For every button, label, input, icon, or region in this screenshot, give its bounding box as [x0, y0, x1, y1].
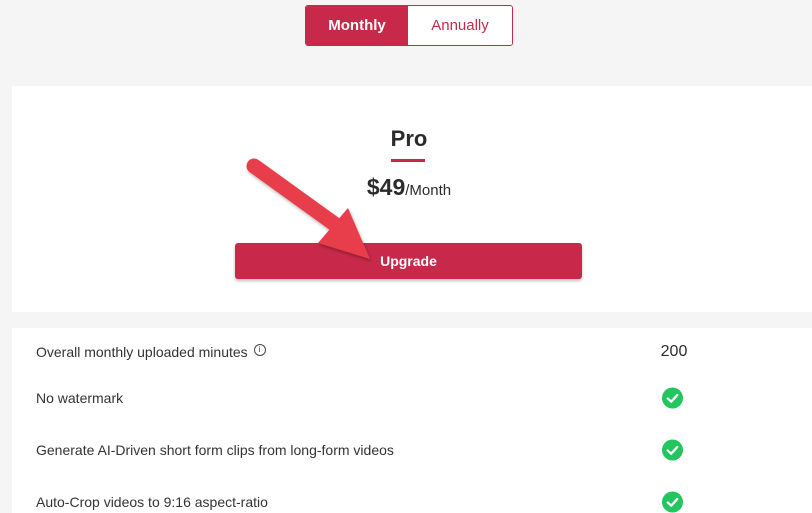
check-circle-icon [662, 491, 683, 513]
check-circle-icon [662, 439, 683, 461]
plan-card: Pro $49/Month Upgrade [12, 86, 812, 312]
feature-label-text: No watermark [36, 390, 124, 406]
price-period: /Month [405, 182, 452, 199]
upgrade-button[interactable]: Upgrade [235, 243, 582, 279]
annually-toggle-option[interactable]: Annually [408, 6, 512, 45]
check-circle-icon [662, 387, 683, 409]
plan-price: $49/Month [12, 174, 806, 201]
plan-name: Pro [390, 126, 428, 151]
feature-label-text: Overall monthly uploaded minutes [36, 344, 248, 360]
feature-label: Auto-Crop videos to 9:16 aspect-ratio [36, 494, 268, 510]
feature-label: Overall monthly uploaded minutes i [36, 344, 266, 360]
plan-name-underline [391, 159, 425, 162]
feature-label-text: Generate AI-Driven short form clips from… [36, 442, 394, 458]
feature-row-no-watermark: No watermark [12, 378, 812, 418]
feature-row-ai-clips: Generate AI-Driven short form clips from… [12, 430, 812, 470]
feature-label: No watermark [36, 390, 123, 406]
feature-label-text: Auto-Crop videos to 9:16 aspect-ratio [36, 494, 268, 510]
billing-period-toggle: Monthly Annually [305, 5, 513, 46]
feature-label: Generate AI-Driven short form clips from… [36, 442, 394, 458]
info-icon[interactable]: i [253, 344, 266, 356]
feature-row-uploaded-minutes: Overall monthly uploaded minutes i 200 [12, 332, 812, 372]
price-amount: $49 [366, 174, 406, 200]
feature-value: 200 [660, 343, 688, 360]
monthly-toggle-option[interactable]: Monthly [306, 6, 408, 45]
feature-row-auto-crop: Auto-Crop videos to 9:16 aspect-ratio [12, 482, 812, 513]
features-list: Overall monthly uploaded minutes i 200 N… [12, 328, 812, 513]
